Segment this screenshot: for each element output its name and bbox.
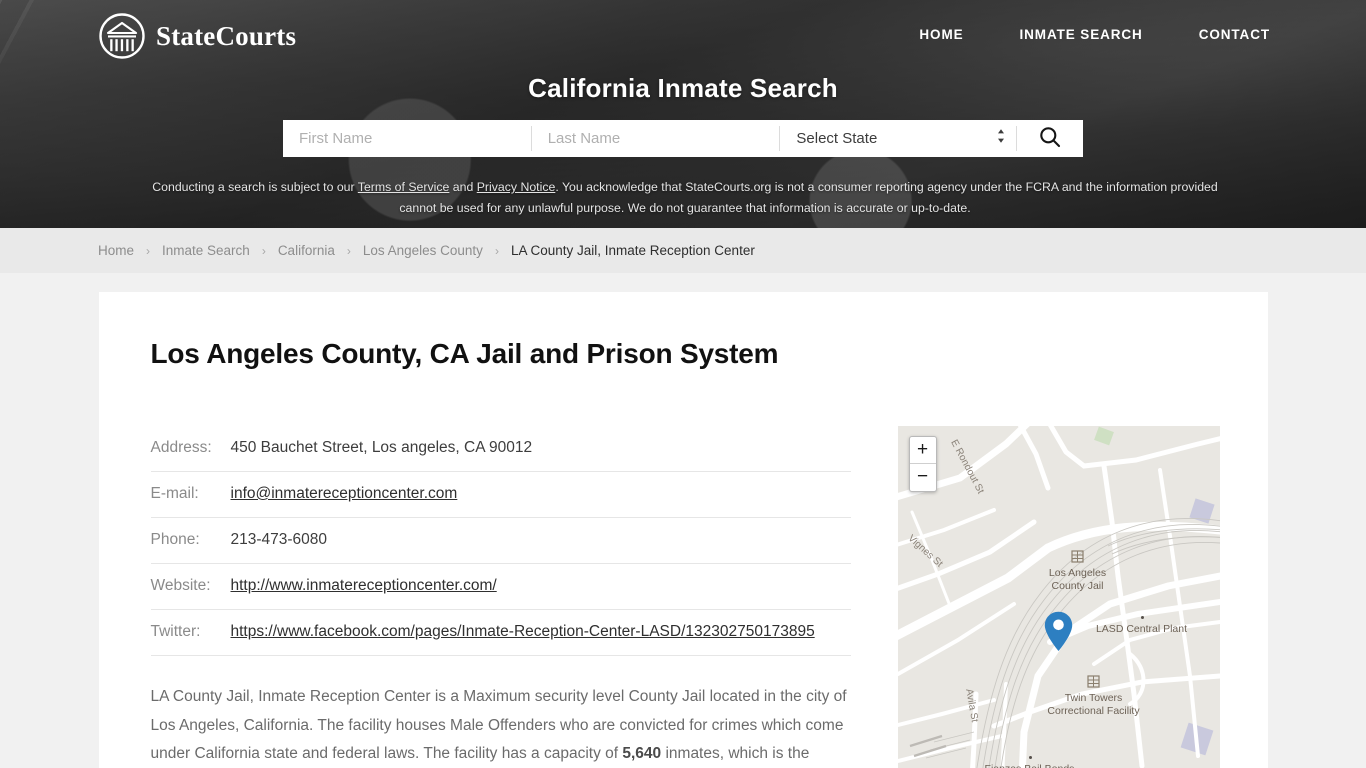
brand-name: StateCourts [156, 20, 297, 51]
courthouse-emblem-icon [98, 12, 146, 60]
website-link[interactable]: http://www.inmatereceptioncenter.com/ [231, 577, 497, 594]
detail-label-address: Address: [150, 426, 231, 472]
facility-location-map[interactable]: + − E Rondout St Vignes St Avila St Los [897, 426, 1220, 768]
building-icon [1070, 550, 1084, 563]
terms-of-service-link[interactable]: Terms of Service [358, 180, 450, 194]
capacity-value: 5,640 [622, 745, 662, 762]
facility-description: LA County Jail, Inmate Reception Center … [151, 683, 851, 768]
email-link[interactable]: info@inmatereceptioncenter.com [231, 485, 458, 502]
poi-dot-icon [1140, 616, 1144, 619]
table-row: Website: http://www.inmatereceptioncente… [150, 563, 851, 610]
table-row: Twitter: https://www.facebook.com/pages/… [150, 609, 851, 656]
map-column: + − E Rondout St Vignes St Avila St Los [897, 426, 1220, 768]
magnifier-icon [1038, 125, 1062, 152]
disclaimer-part-1: Conducting a search is subject to our [152, 180, 358, 194]
detail-value-email: info@inmatereceptioncenter.com [230, 471, 851, 518]
last-name-input[interactable] [531, 120, 780, 157]
breadcrumb-separator: › [261, 243, 266, 258]
nav-item-home[interactable]: HOME [919, 27, 963, 42]
table-row: E-mail: info@inmatereceptioncenter.com [150, 471, 851, 518]
poi-dot-icon [1028, 756, 1032, 759]
detail-value-phone: 213-473-6080 [230, 517, 851, 564]
breadcrumb-separator: › [494, 243, 499, 258]
table-row: Address: 450 Bauchet Street, Los angeles… [150, 426, 851, 472]
nav-item-contact[interactable]: CONTACT [1199, 27, 1270, 42]
map-tiles [897, 426, 1220, 768]
page-title: Los Angeles County, CA Jail and Prison S… [150, 338, 779, 369]
breadcrumb-item-current: LA County Jail, Inmate Reception Center [510, 243, 755, 258]
updown-chevron-icon [996, 127, 1006, 150]
detail-value-twitter: https://www.facebook.com/pages/Inmate-Re… [230, 609, 851, 656]
content-card: Los Angeles County, CA Jail and Prison S… [98, 292, 1268, 768]
breadcrumb-item-los-angeles-county[interactable]: Los Angeles County [363, 243, 483, 258]
detail-label-twitter: Twitter: [150, 609, 231, 656]
state-select[interactable]: Select State [780, 120, 1016, 157]
site-brand[interactable]: StateCourts [98, 12, 296, 60]
primary-navigation: HOME INMATE SEARCH CONTACT [919, 27, 1270, 42]
detail-label-email: E-mail: [150, 471, 231, 518]
building-icon [1086, 675, 1100, 688]
breadcrumb-bar: Home › Inmate Search › California › Los … [0, 228, 1366, 273]
search-submit-button[interactable] [1017, 120, 1083, 157]
privacy-notice-link[interactable]: Privacy Notice [477, 180, 556, 194]
inmate-search-form: Select State [283, 120, 1083, 157]
breadcrumb-item-california[interactable]: California [278, 243, 335, 258]
detail-label-website: Website: [150, 563, 231, 610]
first-name-input[interactable] [283, 120, 531, 157]
map-zoom-controls: + − [908, 436, 937, 492]
facility-details-table: Address: 450 Bauchet Street, Los angeles… [150, 426, 851, 656]
facility-info-column: Address: 450 Bauchet Street, Los angeles… [150, 426, 851, 768]
detail-value-website: http://www.inmatereceptioncenter.com/ [230, 563, 851, 610]
table-row: Phone: 213-473-6080 [150, 517, 851, 564]
search-disclaimer: Conducting a search is subject to our Te… [135, 177, 1235, 218]
detail-value-address: 450 Bauchet Street, Los angeles, CA 9001… [230, 426, 851, 472]
breadcrumb-separator: › [146, 243, 151, 258]
location-pin-icon[interactable] [1044, 611, 1073, 652]
map-zoom-in-button[interactable]: + [909, 437, 936, 464]
site-header: StateCourts HOME INMATE SEARCH CONTACT C… [0, 0, 1366, 228]
breadcrumb: Home › Inmate Search › California › Los … [98, 243, 755, 258]
breadcrumb-item-home[interactable]: Home [98, 243, 134, 258]
state-select-value: Select State [796, 130, 878, 147]
disclaimer-part-2: and [449, 180, 477, 194]
map-zoom-out-button[interactable]: − [910, 464, 936, 491]
hero-title: California Inmate Search [528, 73, 838, 103]
nav-item-inmate-search[interactable]: INMATE SEARCH [1020, 27, 1143, 42]
detail-label-phone: Phone: [150, 517, 231, 564]
breadcrumb-separator: › [346, 243, 351, 258]
breadcrumb-item-inmate-search[interactable]: Inmate Search [162, 243, 250, 258]
twitter-link[interactable]: https://www.facebook.com/pages/Inmate-Re… [231, 623, 815, 640]
